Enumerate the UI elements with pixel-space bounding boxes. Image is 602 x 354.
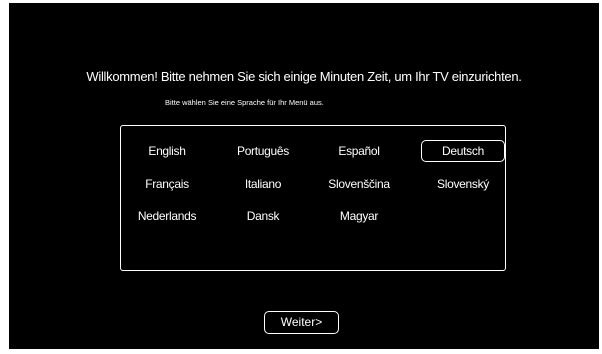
- language-option-magyar[interactable]: Magyar: [317, 205, 401, 227]
- language-option-nederlands[interactable]: Nederlands: [125, 205, 209, 227]
- language-option-deutsch[interactable]: Deutsch: [421, 140, 505, 162]
- language-list: English Português Español Deutsch França…: [120, 125, 506, 271]
- tv-setup-screen: Willkommen! Bitte nehmen Sie sich einige…: [9, 3, 599, 349]
- language-prompt: Bitte wählen Sie eine Sprache für Ihr Me…: [165, 98, 324, 107]
- language-option-espanol[interactable]: Español: [317, 140, 401, 162]
- language-option-english[interactable]: English: [125, 140, 209, 162]
- language-option-dansk[interactable]: Dansk: [221, 205, 305, 227]
- language-option-slovensky[interactable]: Slovenský: [421, 173, 505, 195]
- language-option-slovenscina[interactable]: Slovenščina: [317, 173, 401, 195]
- language-option-francais[interactable]: Français: [125, 173, 209, 195]
- next-button[interactable]: Weiter>: [264, 311, 339, 334]
- welcome-message: Willkommen! Bitte nehmen Sie sich einige…: [86, 69, 522, 84]
- language-option-portugues[interactable]: Português: [221, 140, 305, 162]
- language-option-italiano[interactable]: Italiano: [221, 173, 305, 195]
